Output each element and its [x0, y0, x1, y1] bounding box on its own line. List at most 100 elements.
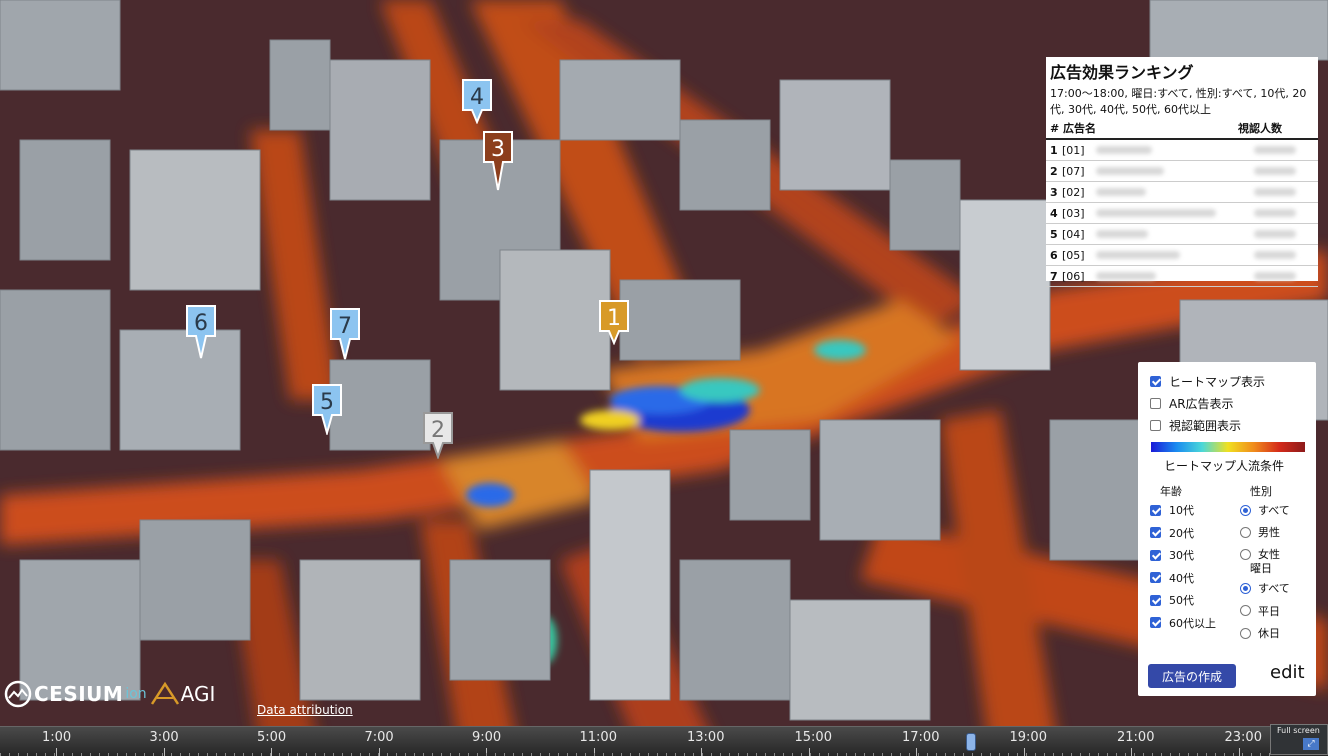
age-checkbox[interactable] [1150, 549, 1161, 561]
ranking-conditions: 17:00～18:00, 曜日:すべて, 性別:すべて, 10代, 20代, 3… [1050, 87, 1307, 116]
day-label: 休日 [1258, 627, 1280, 640]
viewers-redacted [1254, 251, 1296, 259]
data-attribution-link[interactable]: Data attribution [257, 703, 353, 717]
timeline-hour-label: 11:00 [579, 730, 617, 745]
timeline-hour-label: 23:00 [1224, 730, 1262, 745]
edit-link[interactable]: edit [1270, 662, 1305, 683]
heatmap-colorbar [1151, 442, 1305, 452]
svg-text:4: 4 [470, 85, 484, 110]
ad-name-redacted [1096, 230, 1148, 238]
age-checkbox[interactable] [1150, 594, 1161, 606]
rank-number: 3 [1050, 185, 1058, 199]
timeline-hour-label: 15:00 [794, 730, 832, 745]
gender-option[interactable]: すべて [1240, 502, 1290, 518]
age-checkbox[interactable] [1150, 527, 1161, 538]
ranking-row: 5 [04] [1046, 224, 1318, 245]
timeline-needle[interactable] [966, 733, 976, 751]
cesium-icon [4, 680, 32, 708]
age-checkbox[interactable] [1150, 572, 1161, 583]
ad-marker-label: 1 [607, 306, 621, 331]
ad-code: [01] [1062, 143, 1085, 157]
ad-marker-4[interactable]: 4 [460, 78, 494, 128]
gender-label: 男性 [1258, 526, 1280, 539]
cesium-ion-logo[interactable]: CESIUM ion AGI [4, 680, 215, 708]
age-option[interactable]: 10代 [1150, 502, 1194, 518]
ranking-title: 広告効果ランキング [1050, 63, 1194, 82]
viewers-redacted [1254, 146, 1296, 154]
viewers-redacted [1254, 167, 1296, 175]
timeline-hour-label: 17:00 [902, 730, 940, 745]
ar-toggle[interactable]: AR広告表示 [1150, 395, 1234, 412]
day-label: すべて [1258, 582, 1290, 595]
ad-marker-1[interactable]: 1 [597, 299, 631, 349]
ad-marker-6[interactable]: 6 [184, 304, 218, 364]
view-range-checkbox[interactable] [1150, 420, 1161, 431]
day-label: 平日 [1258, 604, 1280, 618]
ranking-header: # 広告名 視認人数 [1046, 118, 1318, 140]
age-option[interactable]: 30代 [1150, 547, 1194, 563]
gender-option[interactable]: 男性 [1240, 524, 1280, 540]
flow-title: ヒートマップ人流条件 [1164, 459, 1285, 473]
age-label: 30代 [1169, 549, 1194, 562]
gender-option[interactable]: 女性 [1240, 546, 1280, 562]
age-option[interactable]: 20代 [1150, 525, 1194, 541]
day-radio[interactable] [1240, 627, 1251, 639]
heatmap-checkbox[interactable] [1150, 376, 1161, 387]
col-viewers: 視認人数 [1238, 122, 1282, 135]
age-option[interactable]: 60代以上 [1150, 615, 1216, 631]
ad-marker-7[interactable]: 7 [328, 307, 362, 365]
svg-text:7: 7 [338, 314, 352, 339]
ion-text: ion [125, 686, 147, 702]
ad-marker-2[interactable]: 2 [421, 411, 455, 463]
svg-text:3: 3 [491, 137, 505, 162]
create-ad-button[interactable]: 広告の作成 [1148, 664, 1236, 688]
age-checkbox[interactable] [1150, 617, 1161, 628]
ad-marker-5[interactable]: 5 [310, 383, 344, 439]
view-range-toggle[interactable]: 視認範囲表示 [1150, 417, 1241, 434]
svg-text:5: 5 [320, 390, 334, 415]
ad-code: [07] [1062, 164, 1085, 178]
ad-name-redacted [1096, 188, 1146, 196]
ad-marker-3[interactable]: 3 [481, 130, 515, 196]
age-option[interactable]: 50代 [1150, 592, 1194, 608]
timeline-hour-label: 5:00 [257, 730, 287, 745]
heatmap-toggle[interactable]: ヒートマップ表示 [1150, 373, 1265, 390]
age-option[interactable]: 40代 [1150, 570, 1194, 586]
ar-label: AR広告表示 [1169, 397, 1234, 411]
fullscreen-button[interactable]: Full screen ⤢ [1270, 724, 1328, 755]
day-radio[interactable] [1240, 605, 1251, 616]
svg-text:6: 6 [194, 311, 208, 336]
col-ad-name: # 広告名 [1050, 122, 1097, 135]
day-option[interactable]: すべて [1240, 580, 1290, 596]
day-option[interactable]: 平日 [1240, 603, 1280, 619]
rank-number: 7 [1050, 269, 1058, 283]
ar-checkbox[interactable] [1150, 398, 1161, 409]
age-checkbox[interactable] [1150, 504, 1161, 516]
agi-text: AGI [180, 682, 216, 706]
timeline-hour-label: 19:00 [1009, 730, 1047, 745]
age-label: 20代 [1169, 526, 1194, 540]
gender-radio[interactable] [1240, 504, 1251, 516]
gender-radio[interactable] [1240, 548, 1251, 560]
view-range-label: 視認範囲表示 [1169, 419, 1242, 433]
ad-code: [04] [1062, 227, 1085, 241]
gender-radio[interactable] [1240, 526, 1251, 538]
timeline-hour-label: 9:00 [472, 730, 502, 745]
ranking-row: 4 [03] [1046, 203, 1318, 224]
day-title: 曜日 [1250, 562, 1272, 575]
ranking-row: 7 [06] [1046, 266, 1318, 287]
cesium-text: CESIUM [34, 682, 124, 706]
rank-number: 1 [1050, 143, 1058, 157]
timeline-hour-label: 13:00 [687, 730, 725, 745]
ad-name-redacted [1096, 272, 1156, 280]
day-option[interactable]: 休日 [1240, 625, 1280, 641]
age-label: 50代 [1169, 594, 1194, 607]
rank-number: 5 [1050, 227, 1058, 241]
ad-effect-ranking-panel: 広告効果ランキング 17:00～18:00, 曜日:すべて, 性別:すべて, 1… [1046, 57, 1318, 287]
viewers-redacted [1254, 209, 1296, 217]
age-label: 10代 [1169, 504, 1194, 517]
day-radio[interactable] [1240, 582, 1251, 594]
timeline-bar[interactable]: 1:00 3:00 5:00 7:00 9:00 11:00 13:00 15:00 17:00… [0, 726, 1328, 756]
ad-code: [03] [1062, 206, 1085, 220]
viewers-redacted [1254, 272, 1296, 280]
